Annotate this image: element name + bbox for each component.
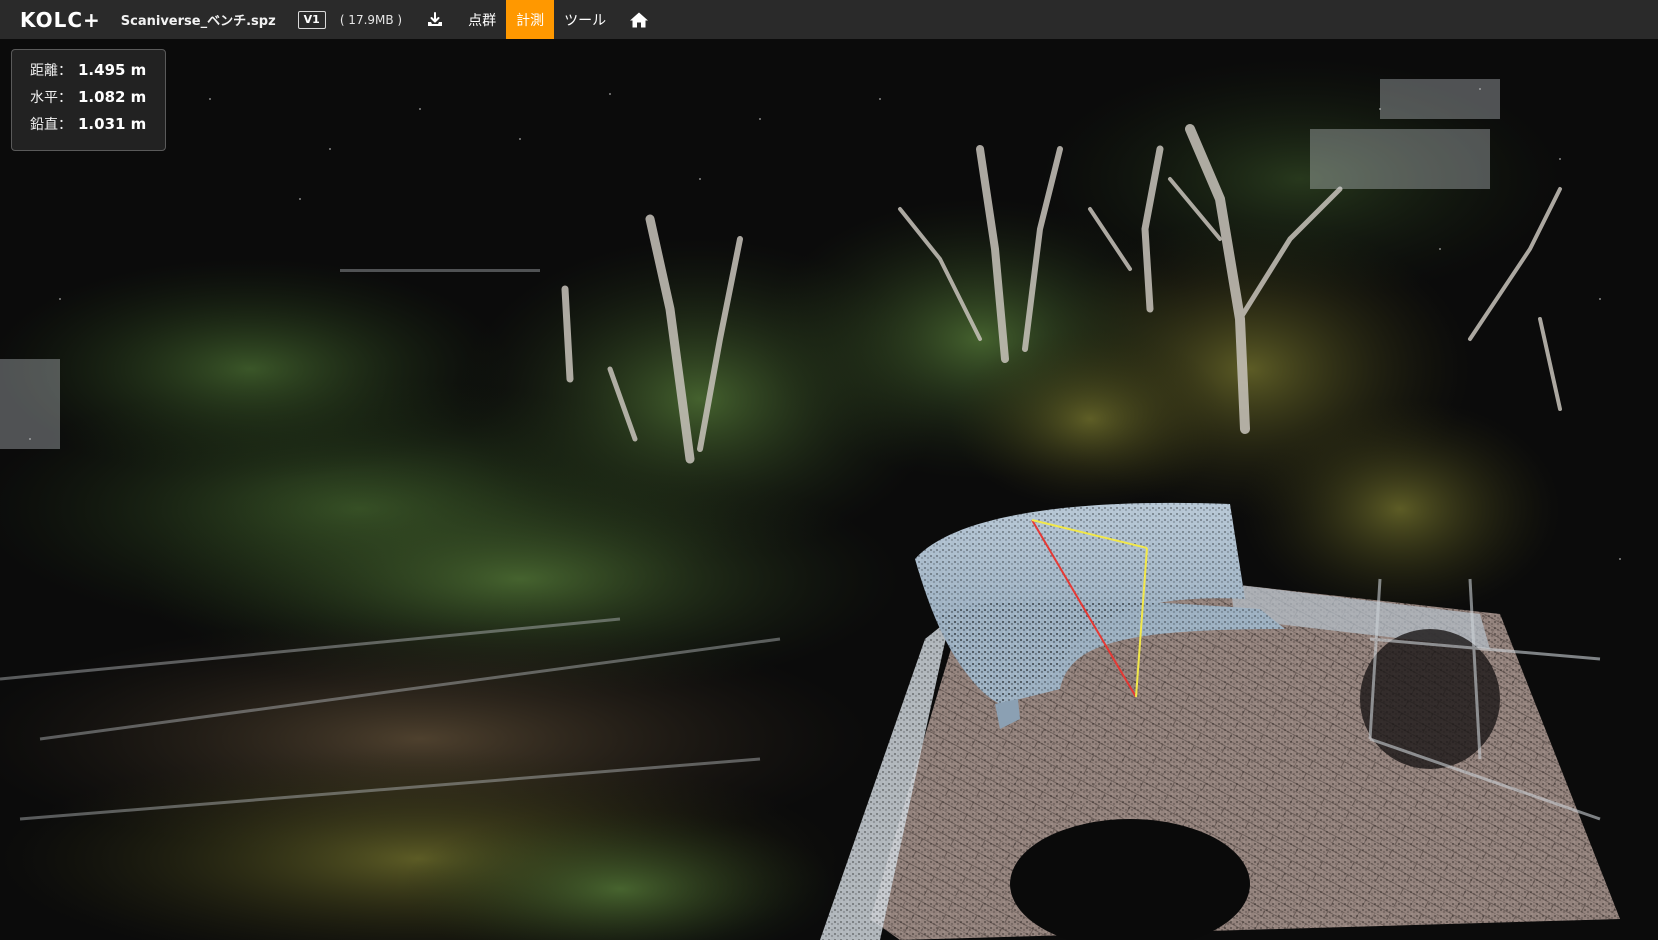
distance-row: 距離： 1.495 m xyxy=(30,60,165,87)
point-cloud-viewport[interactable]: 距離： 1.495 m 水平： 1.082 m 鉛直： 1.031 m xyxy=(0,39,1658,940)
file-name: Scaniverse_ベンチ.spz xyxy=(120,14,276,29)
distance-label: 距離： xyxy=(30,63,72,79)
menu-measure-label: 計測 xyxy=(516,12,545,29)
menu-tools-label: ツール xyxy=(564,12,607,29)
horizontal-label: 水平： xyxy=(30,90,72,106)
menu-tools[interactable]: ツール xyxy=(554,0,616,39)
app-logo: KOLC+ xyxy=(20,7,101,32)
measurement-panel: 距離： 1.495 m 水平： 1.082 m 鉛直： 1.031 m xyxy=(11,49,166,151)
download-button[interactable] xyxy=(424,0,446,39)
download-tray-icon xyxy=(428,11,443,26)
top-toolbar: KOLC+ Scaniverse_ベンチ.spz V1 ( 17.9MB ) 点… xyxy=(0,0,1658,39)
menu-measure[interactable]: 計測 xyxy=(506,0,555,39)
distance-value: 1.495 m xyxy=(78,61,147,79)
vertical-row: 鉛直： 1.031 m xyxy=(30,114,165,141)
vertical-value: 1.031 m xyxy=(78,115,147,133)
horizontal-value: 1.082 m xyxy=(78,88,147,106)
file-size: ( 17.9MB ) xyxy=(339,12,403,27)
vertical-label: 鉛直： xyxy=(30,117,72,133)
horizontal-row: 水平： 1.082 m xyxy=(30,87,165,114)
home-button[interactable] xyxy=(628,0,650,39)
home-icon xyxy=(630,12,649,27)
menu-point-cloud[interactable]: 点群 xyxy=(458,0,506,39)
version-badge[interactable]: V1 xyxy=(297,10,326,29)
point-cloud-scene xyxy=(0,39,1658,940)
menu-point-cloud-label: 点群 xyxy=(468,12,497,29)
